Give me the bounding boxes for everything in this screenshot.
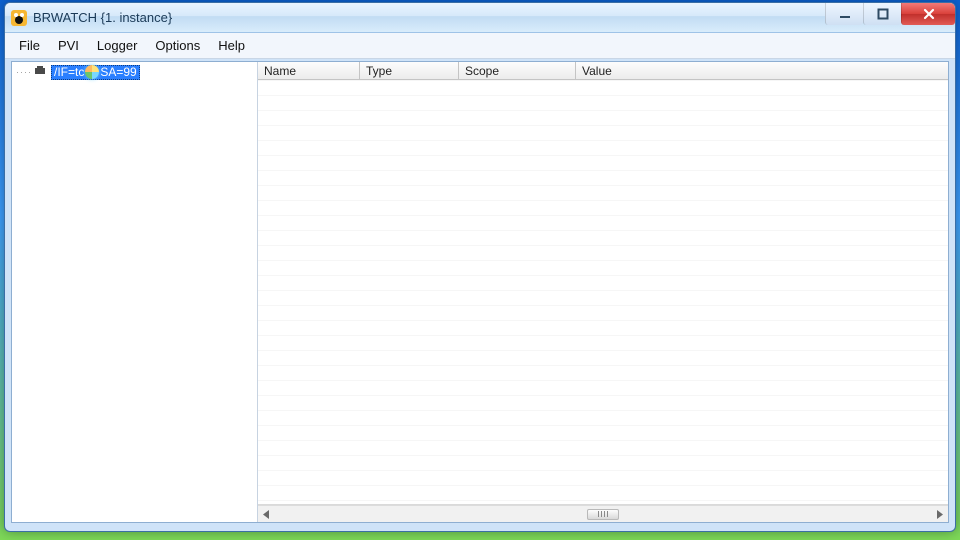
maximize-icon [877, 8, 889, 20]
titlebar[interactable]: BRWATCH {1. instance} [5, 3, 955, 33]
menu-help[interactable]: Help [210, 35, 253, 56]
tree-pane[interactable]: ···· /IF=tc SA=99 [12, 62, 258, 522]
column-name[interactable]: Name [258, 62, 360, 79]
scroll-right-arrow-icon[interactable] [931, 506, 948, 523]
column-type[interactable]: Type [360, 62, 459, 79]
close-icon [922, 7, 936, 21]
client-area: ···· /IF=tc SA=99 Name Type Scope Value [11, 61, 949, 523]
horizontal-scrollbar[interactable] [258, 505, 948, 522]
desktop-backdrop: BRWATCH {1. instance} [0, 0, 960, 540]
app-window: BRWATCH {1. instance} [4, 2, 956, 532]
tree-node-label: /IF=tc SA=99 [51, 65, 140, 80]
app-icon [11, 10, 27, 26]
menu-file[interactable]: File [11, 35, 48, 56]
tree-expand-dots: ···· [16, 67, 32, 77]
maximize-button[interactable] [863, 3, 901, 25]
window-title: BRWATCH {1. instance} [33, 10, 172, 25]
window-controls [825, 3, 955, 25]
loading-spinner-icon [85, 65, 99, 79]
column-value[interactable]: Value [576, 62, 929, 79]
list-body[interactable] [258, 80, 948, 505]
tree-node-label-suffix: SA=99 [100, 65, 136, 79]
tree-node-label-prefix: /IF=tc [54, 65, 84, 79]
scroll-thumb[interactable] [587, 509, 619, 520]
menu-logger[interactable]: Logger [89, 35, 145, 56]
tree-node-connection[interactable]: ···· /IF=tc SA=99 [16, 64, 140, 80]
column-scope[interactable]: Scope [459, 62, 576, 79]
scroll-left-arrow-icon[interactable] [258, 506, 275, 523]
connection-icon [34, 65, 48, 79]
list-header: Name Type Scope Value [258, 62, 948, 80]
list-pane: Name Type Scope Value [258, 62, 948, 522]
scroll-thumb-grip-icon [598, 511, 608, 517]
menu-pvi[interactable]: PVI [50, 35, 87, 56]
menu-options[interactable]: Options [147, 35, 208, 56]
minimize-icon [839, 8, 851, 20]
minimize-button[interactable] [825, 3, 863, 25]
close-button[interactable] [901, 3, 955, 25]
menubar: File PVI Logger Options Help [5, 33, 955, 59]
